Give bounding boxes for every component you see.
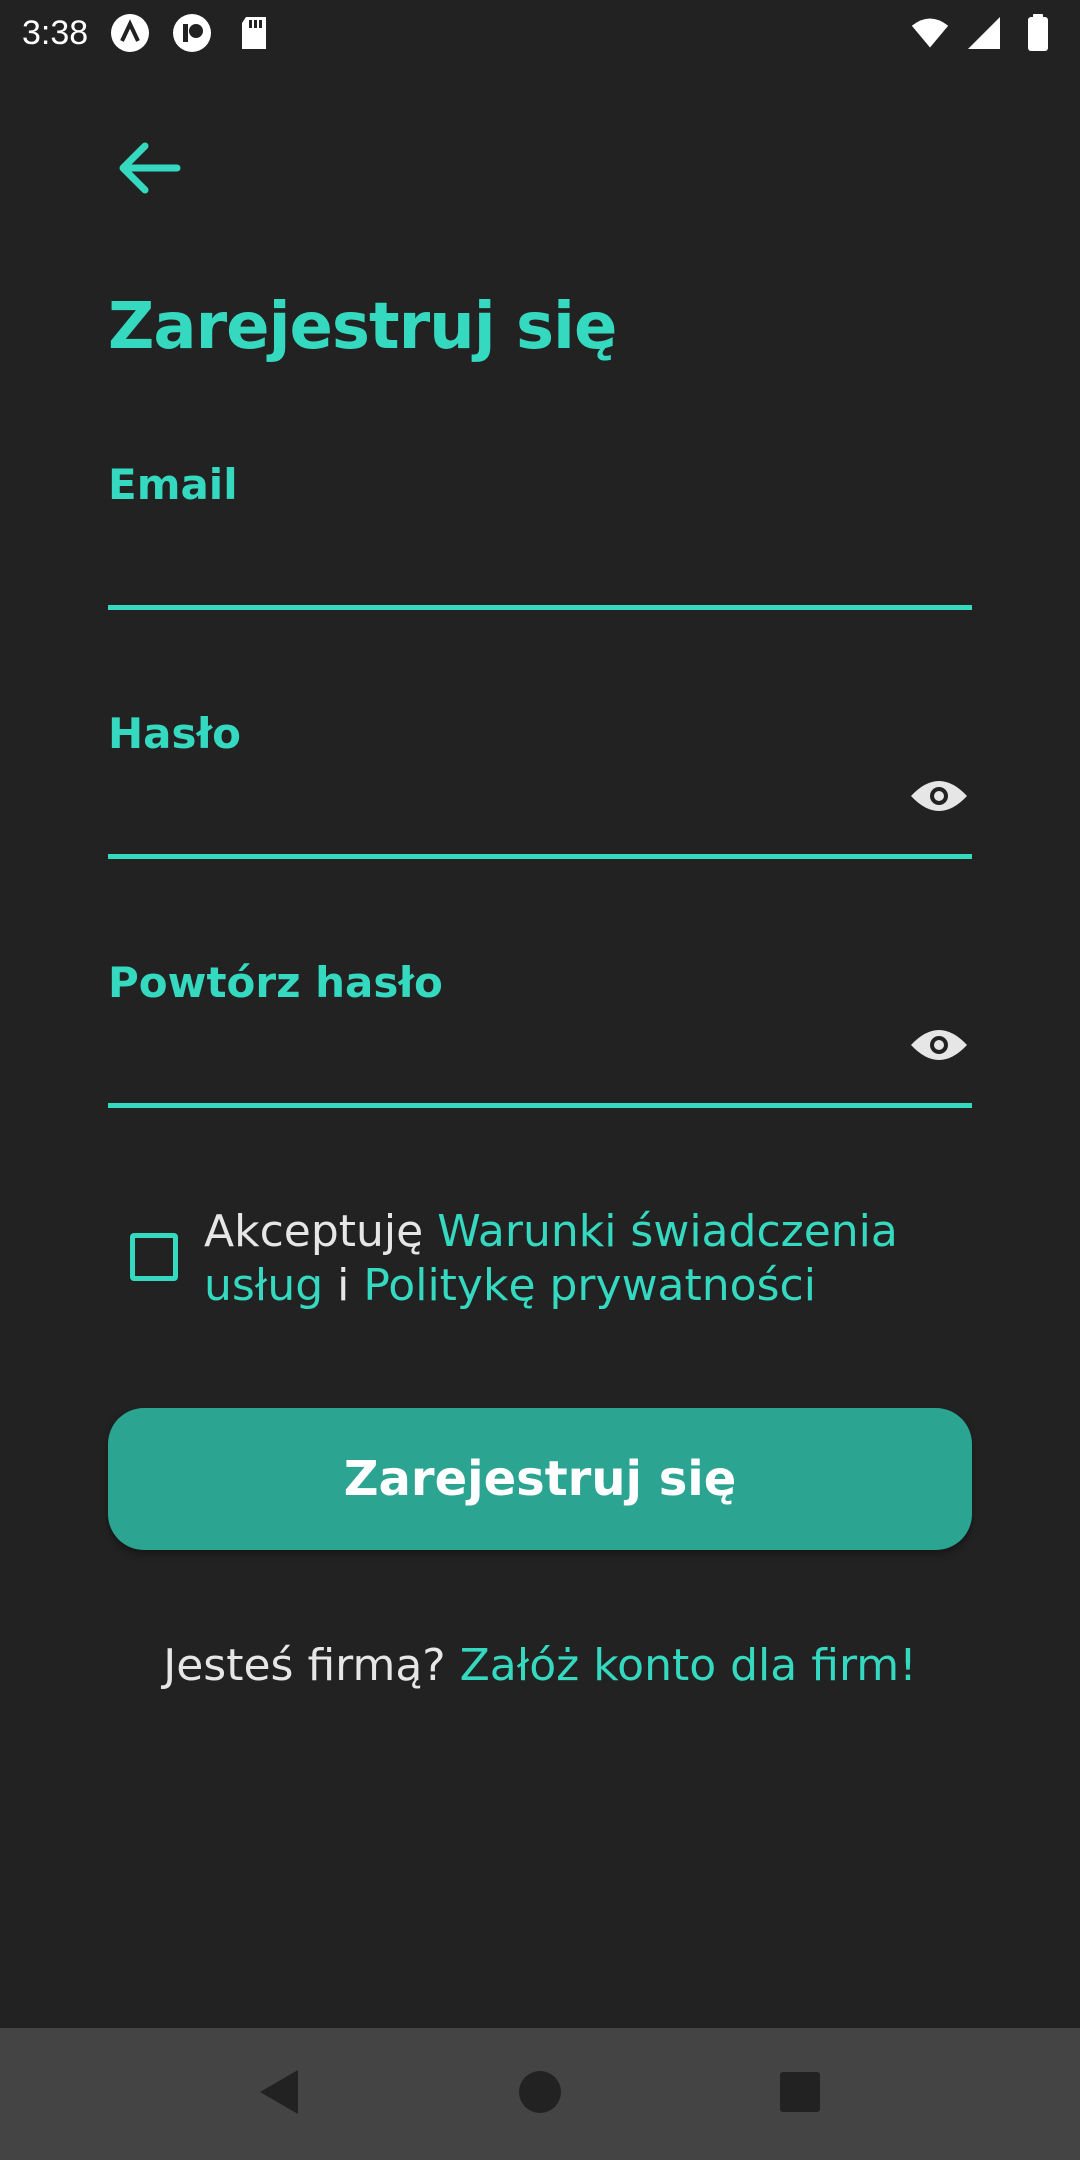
register-button[interactable]: Zarejestruj się	[108, 1408, 972, 1550]
status-time: 3:38	[22, 13, 89, 52]
repeat-password-underline	[108, 1103, 972, 1108]
repeat-password-label: Powtórz hasło	[108, 958, 443, 1007]
company-signup-link[interactable]: Załóż konto dla firm!	[460, 1640, 917, 1691]
page-title: Zarejestruj się	[108, 290, 617, 364]
terms-row: Akceptuję Warunki świadczenia usług i Po…	[130, 1205, 1010, 1313]
status-right	[910, 13, 1058, 53]
email-underline	[108, 605, 972, 610]
password-label: Hasło	[108, 709, 241, 758]
nav-back-button[interactable]	[240, 2054, 320, 2134]
eye-icon	[909, 774, 969, 823]
home-circle-icon	[518, 2070, 562, 2119]
nav-recents-button[interactable]	[760, 2054, 840, 2134]
repeat-password-field[interactable]: Powtórz hasło	[108, 958, 972, 1108]
repeat-password-visibility-toggle[interactable]	[908, 1016, 970, 1078]
back-triangle-icon	[258, 2068, 302, 2121]
nav-home-button[interactable]	[500, 2054, 580, 2134]
signal-icon	[964, 13, 1004, 53]
status-bar: 3:38	[0, 0, 1080, 66]
app-a-icon	[110, 13, 150, 53]
company-signup-row: Jesteś firmą? Załóż konto dla firm!	[0, 1640, 1080, 1691]
email-field[interactable]: Email	[108, 460, 972, 610]
app-p-icon	[172, 13, 212, 53]
register-button-label: Zarejestruj się	[343, 1451, 737, 1507]
wifi-icon	[910, 13, 950, 53]
company-question: Jesteś firmą?	[163, 1640, 460, 1691]
back-button[interactable]	[108, 130, 188, 210]
terms-text: Akceptuję Warunki świadczenia usług i Po…	[204, 1205, 1010, 1313]
arrow-left-icon	[115, 140, 181, 201]
navigation-bar	[0, 2028, 1080, 2160]
recents-square-icon	[779, 2071, 821, 2118]
privacy-policy-link[interactable]: Politykę prywatności	[363, 1260, 816, 1311]
battery-icon	[1018, 13, 1058, 53]
terms-checkbox[interactable]	[130, 1233, 178, 1281]
status-left: 3:38	[22, 13, 274, 53]
password-field[interactable]: Hasło	[108, 709, 972, 859]
eye-icon	[909, 1023, 969, 1072]
password-underline	[108, 854, 972, 859]
sd-card-icon	[234, 13, 274, 53]
password-visibility-toggle[interactable]	[908, 767, 970, 829]
terms-connector: i	[323, 1260, 364, 1311]
terms-prefix: Akceptuję	[204, 1206, 438, 1257]
email-label: Email	[108, 460, 238, 509]
